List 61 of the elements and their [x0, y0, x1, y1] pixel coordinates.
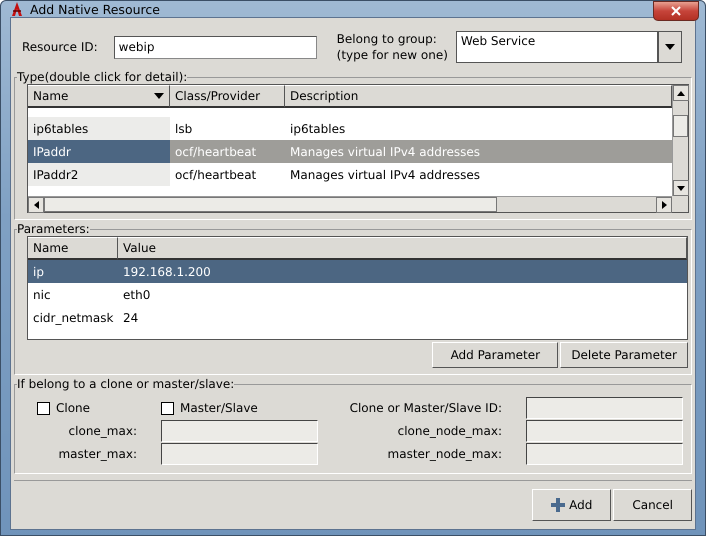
add-button[interactable]: Add: [532, 489, 612, 521]
column-header[interactable]: Class/Provider: [170, 85, 285, 108]
input-field[interactable]: [526, 397, 683, 419]
table-cell-text: eth0: [122, 286, 152, 304]
input-field[interactable]: [526, 420, 683, 442]
table-cell-text: nic: [32, 286, 52, 304]
down-arrow-icon: [677, 186, 685, 190]
section-title: If belong to a clone or master/slave:: [17, 377, 234, 391]
table-cell-text: 192.168.1.200: [122, 264, 212, 280]
resource-id-field[interactable]: webip: [114, 36, 317, 58]
close-icon: [670, 6, 682, 16]
table-cell: IPaddr2: [28, 163, 170, 186]
plus-icon: [551, 498, 566, 512]
checkbox[interactable]: [37, 402, 50, 414]
section-title: Type(double click for detail):: [17, 70, 188, 84]
table-cell-text: lsb: [174, 120, 194, 138]
window-title: Add Native Resource: [30, 2, 160, 16]
group-label: (type for new one): [336, 47, 448, 63]
input-field[interactable]: [161, 420, 318, 442]
input-field[interactable]: [161, 443, 318, 465]
table-cell-text: 24: [122, 310, 140, 326]
field-label: master_max:: [57, 447, 137, 461]
caret-icon: [664, 44, 675, 50]
checkbox[interactable]: [161, 402, 174, 414]
table-cell: ocf/heartbeat: [170, 140, 285, 163]
up-arrow-icon: [677, 90, 685, 96]
table-cell-text: ip6tables: [289, 120, 346, 138]
field-label: clone_node_max:: [396, 424, 502, 438]
field-label: clone_max:: [68, 424, 137, 438]
table-cell-text: Manages virtual IPv4 addresses: [289, 166, 482, 184]
field-label: Clone or Master/Slave ID:: [348, 401, 502, 415]
horizontal-scrollbar[interactable]: [28, 196, 672, 212]
column-header[interactable]: Description: [285, 85, 672, 108]
checkbox-label: Clone: [56, 401, 90, 415]
vertical-scrollbar[interactable]: [672, 85, 688, 196]
input-field[interactable]: [526, 443, 683, 465]
table-row[interactable]: ip 192.168.1.200: [28, 260, 687, 283]
scrollbar-thumb[interactable]: [673, 115, 688, 137]
scrollbar-thumb[interactable]: [44, 197, 497, 212]
dropdown-button[interactable]: [658, 31, 682, 63]
parameter-button[interactable]: Delete Parameter: [560, 342, 688, 368]
table-cell-text: ip: [32, 264, 45, 280]
section-title: Parameters:: [17, 222, 90, 236]
resource-id-label: Resource ID:: [22, 40, 98, 54]
app-icon: [10, 1, 24, 17]
column-header[interactable]: Name: [28, 237, 118, 260]
table-cell: Manages virtual IPv4 addresses: [285, 140, 672, 163]
left-arrow-icon: [34, 201, 38, 209]
group-field[interactable]: Web Service: [456, 31, 658, 63]
parameter-button[interactable]: Add Parameter: [432, 342, 558, 368]
table-cell: ip6tables: [28, 117, 170, 140]
cancel-button[interactable]: Cancel: [613, 489, 692, 521]
column-header[interactable]: Value: [118, 237, 687, 260]
right-arrow-icon: [662, 201, 666, 209]
field-label: master_node_max:: [386, 447, 502, 461]
table-cell-text: cidr_netmask: [32, 310, 114, 327]
checkbox-label: Master/Slave: [180, 401, 258, 415]
table-cell-text: ocf/heartbeat: [174, 166, 258, 184]
column-header[interactable]: Name: [28, 85, 170, 108]
group-label: Belong to group:: [336, 31, 438, 47]
close-button[interactable]: [653, 1, 699, 21]
